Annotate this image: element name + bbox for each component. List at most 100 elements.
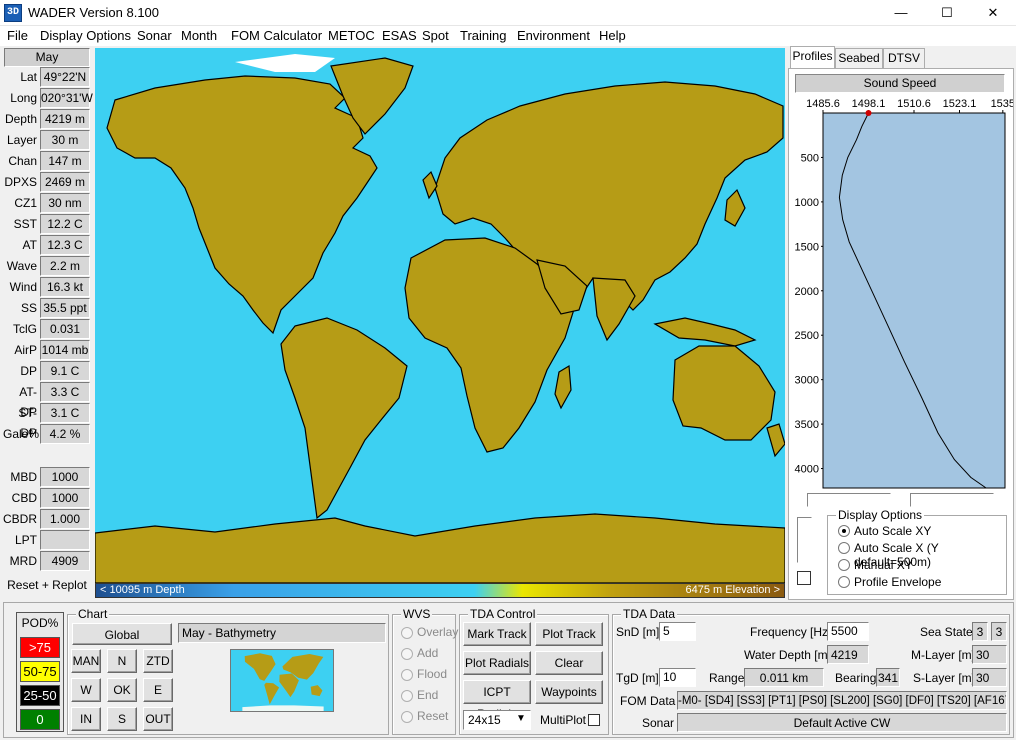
app-icon: 3D	[4, 4, 22, 22]
bearing-label: Bearing	[835, 671, 877, 685]
menu-display-options[interactable]: Display Options	[40, 29, 131, 43]
radio-manual-xy[interactable]	[838, 559, 850, 571]
chart-group-title: Chart	[76, 607, 110, 621]
nav-s-button[interactable]: S	[107, 707, 137, 731]
map-canvas[interactable]	[95, 48, 785, 583]
param-value: 3.3 C	[40, 382, 90, 402]
plot-track-button[interactable]: Plot Track	[535, 622, 603, 646]
param-value: 0.031	[40, 319, 90, 339]
param-value: 35.5 ppt	[40, 298, 90, 318]
bearing-value: 341	[876, 668, 900, 687]
menu-month[interactable]: Month	[181, 29, 217, 43]
menu-metoc[interactable]: METOC	[328, 29, 375, 43]
wvs-radio-end[interactable]	[401, 690, 413, 702]
nav-man-button[interactable]: MAN	[71, 649, 101, 673]
plot-radials-button[interactable]: Plot Radials	[463, 651, 531, 675]
tgd-input[interactable]: 10	[659, 668, 696, 687]
nav-ztd-button[interactable]: ZTD	[143, 649, 173, 673]
menu-training[interactable]: Training	[460, 29, 506, 43]
display-options-group: Display Options Auto Scale XY Auto Scale…	[827, 508, 1007, 595]
radio-profile-envelope[interactable]	[838, 576, 850, 588]
world-map[interactable]	[95, 48, 785, 583]
menu-fom-calculator[interactable]: FOM Calculator	[231, 29, 322, 43]
mark-track-button[interactable]: Mark Track	[463, 622, 531, 646]
menu-spot[interactable]: Spot	[422, 29, 449, 43]
pod-panel: POD% >75 50-75 25-50 0	[16, 612, 64, 732]
param-label: AT-DP	[19, 385, 37, 419]
nav-e-button[interactable]: E	[143, 678, 173, 702]
wvs-radio-reset[interactable]	[401, 711, 413, 723]
param-label: Wind	[9, 280, 37, 294]
minimize-button[interactable]: —	[878, 0, 924, 26]
menu-bar: File Display Options Sonar Month FOM Cal…	[0, 26, 1016, 46]
menu-help[interactable]: Help	[599, 29, 626, 43]
param-label: DP	[20, 364, 37, 378]
param-value: 2.2 m	[40, 256, 90, 276]
menu-environment[interactable]: Environment	[517, 29, 590, 43]
param-label: SS	[20, 301, 37, 315]
chart-group: Chart Global May - Bathymetry MAN N ZTD W OK…	[67, 607, 389, 735]
param-label: Chan	[8, 154, 37, 168]
pod-level-0: >75	[20, 637, 60, 658]
nav-w-button[interactable]: W	[71, 678, 101, 702]
param-value: 12.3 C	[40, 235, 90, 255]
pod-level-2: 25-50	[20, 685, 60, 706]
wvs-group-title: WVS	[401, 607, 433, 621]
chart-name-field: May - Bathymetry	[178, 623, 386, 643]
radio-auto-scale-x[interactable]	[838, 542, 850, 554]
param-label: TclG	[13, 322, 37, 336]
frequency-input[interactable]: 5500	[827, 622, 869, 641]
snd-input[interactable]: 5	[659, 622, 696, 641]
nav-n-button[interactable]: N	[107, 649, 137, 673]
menu-sonar[interactable]: Sonar	[137, 29, 172, 43]
y-tick-label: 2000	[795, 286, 819, 298]
waypoints-button[interactable]: Waypoints	[535, 680, 603, 704]
param-label: ST-DP	[18, 406, 37, 440]
radio-auto-scale-xy[interactable]	[838, 525, 850, 537]
y-tick-label: 500	[801, 152, 819, 164]
y-tick-label: 3000	[795, 375, 819, 387]
icpt-radials-button[interactable]: ICPT Radials	[463, 680, 531, 721]
tab-seabed[interactable]: Seabed	[835, 48, 883, 68]
wvs-option-label: Reset	[417, 709, 449, 723]
sea-state-value-2: 3	[991, 622, 1007, 641]
profile-check[interactable]	[797, 571, 811, 585]
x-max-field[interactable]	[910, 493, 994, 507]
wvs-radio-add[interactable]	[401, 648, 413, 660]
tgd-label: TgD [m]	[616, 671, 659, 685]
multiplot-checkbox[interactable]	[588, 714, 600, 726]
nav-in-button[interactable]: IN	[71, 707, 101, 731]
multiplot-label: MultiPlot	[540, 713, 587, 727]
display-options-title: Display Options	[836, 508, 925, 522]
tab-profiles[interactable]: Profiles	[790, 46, 835, 68]
nav-ok-button[interactable]: OK	[107, 678, 137, 702]
chart-thumbnail[interactable]	[230, 649, 334, 712]
param-label: Gale%	[3, 427, 40, 441]
tab-dtsv[interactable]: DTSV	[883, 48, 925, 68]
menu-file[interactable]: File	[7, 29, 28, 43]
sonar-label: Sonar	[642, 716, 675, 730]
menu-esas[interactable]: ESAS	[382, 29, 417, 43]
clear-button[interactable]: Clear	[535, 651, 603, 675]
s-layer-value: 30	[972, 668, 1007, 687]
param-value: 16.3 kt	[40, 277, 90, 297]
wvs-radio-overlay[interactable]	[401, 627, 413, 639]
maximize-button[interactable]: ☐	[924, 0, 970, 26]
sound-speed-chart[interactable]: 1485.6 1498.1 1510.6 1523.1 1535 500 1000 1500 2…	[789, 95, 1013, 495]
param2-value: 1000	[40, 467, 90, 487]
wvs-radio-flood[interactable]	[401, 669, 413, 681]
param-value: 2469 m	[40, 172, 90, 192]
pod-level-3: 0	[20, 709, 60, 730]
global-button[interactable]: Global	[72, 623, 172, 645]
nav-out-button[interactable]: OUT	[143, 707, 173, 731]
y-scroll-field[interactable]	[797, 517, 812, 563]
tda-data-title: TDA Data	[621, 607, 678, 621]
x-min-field[interactable]	[807, 493, 891, 507]
close-button[interactable]: ✕	[970, 0, 1016, 26]
param-value: 3.1 C	[40, 403, 90, 423]
depth-color-bar: < 10095 m Depth 6475 m Elevation >	[95, 583, 785, 598]
param-value: 49°22'N	[40, 67, 90, 87]
param-label: Lat	[20, 70, 37, 84]
reset-replot-button[interactable]: Reset + Replot	[3, 575, 91, 595]
grid-select[interactable]: 24x15 ▼	[463, 710, 531, 730]
